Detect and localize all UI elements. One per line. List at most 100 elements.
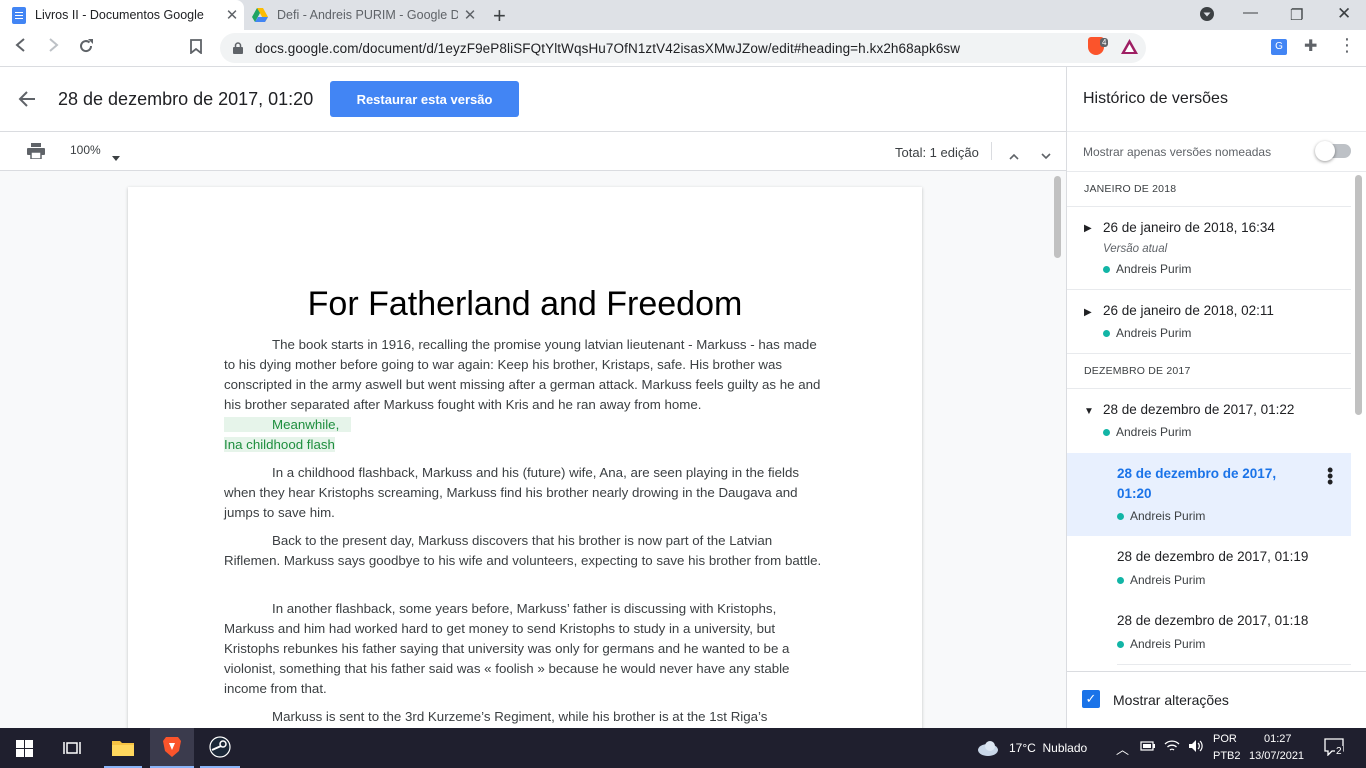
extensions-icon[interactable]: ✚ [1304,36,1317,56]
input-language[interactable]: POR [1213,733,1237,745]
translate-extension-icon[interactable]: G [1271,39,1287,55]
version-time: 26 de janeiro de 2018, 16:34 [1103,220,1275,235]
highlighted-text: Meanwhile, [272,417,340,432]
profile-menu-icon[interactable] [1199,6,1215,26]
version-item[interactable]: ▼ 28 de dezembro de 2017, 01:22 Andreis … [1067,389,1351,452]
show-changes-checkbox[interactable]: ✓ [1082,690,1100,708]
more-options-icon[interactable]: • • • [1327,461,1333,491]
version-time: 28 de dezembro de 2017, 01:19 [1117,549,1309,564]
lock-icon [233,42,243,54]
version-time-line1: 28 de dezembro de 2017, [1117,466,1277,481]
version-author: Andreis Purim [1117,573,1205,587]
new-tab-icon[interactable]: + [493,3,506,29]
version-author: Andreis Purim [1117,637,1205,651]
brave-rewards-icon[interactable] [1121,39,1138,59]
document-scrollbar[interactable] [1054,176,1061,258]
forward-icon[interactable] [46,37,60,57]
maximize-icon[interactable]: ❐ [1290,6,1303,24]
month-header: DEZEMBRO DE 2017 [1084,365,1191,377]
next-edit-icon[interactable] [1041,147,1051,165]
shields-count-badge: 4 [1100,38,1109,47]
version-title: 28 de dezembro de 2017, 01:20 [58,89,314,109]
divider [1067,353,1351,354]
tab-drive[interactable]: Defi - Andreis PURIM - Google Drive ✕ [246,0,482,30]
version-author: Andreis Purim [1103,326,1191,340]
version-item[interactable]: 28 de dezembro de 2017, 01:18 Andreis Pu… [1067,600,1351,664]
windows-start-icon[interactable] [10,728,38,768]
chevron-down-icon[interactable] [112,148,120,166]
file-explorer-icon[interactable] [104,728,142,768]
tab-title: Defi - Andreis PURIM - Google Drive [277,8,458,22]
clock-time[interactable]: 01:27 [1264,733,1292,745]
zoom-value: 100% [70,143,101,157]
version-item[interactable]: 28 de dezembro de 2017, 01:19 Andreis Pu… [1067,536,1351,600]
expand-icon[interactable]: ▶ [1084,223,1092,234]
panel-title: Histórico de versões [1083,90,1228,107]
version-author: Andreis Purim [1103,262,1191,276]
version-item[interactable]: ▶ 26 de janeiro de 2018, 02:11 Andreis P… [1067,290,1351,353]
clock-date[interactable]: 13/07/2021 [1249,750,1304,762]
notification-count: 2 [1335,746,1343,757]
reload-icon[interactable] [78,38,94,59]
keyboard-layout[interactable]: PTB2 [1213,750,1241,762]
volume-icon[interactable] [1188,739,1204,756]
divider [1067,171,1366,172]
divider [1067,131,1366,132]
version-item-selected[interactable]: 28 de dezembro de 2017, 01:20 Andreis Pur… [1067,453,1351,536]
version-author: Andreis Purim [1117,509,1205,523]
total-edits-label: Total: 1 edição [895,145,979,160]
back-arrow-icon[interactable] [18,87,36,113]
paragraph: The book starts in 1916, recalling the p… [224,335,830,415]
document-canvas: For Fatherland and Freedom The book star… [0,171,1066,747]
close-tab-icon[interactable]: ✕ [220,6,244,24]
weather-cloud-icon[interactable] [975,728,1001,768]
only-named-label: Mostrar apenas versões nomeadas [1083,145,1272,159]
paragraph-text: Markuss is sent to the 3rd Kurzeme’s Reg… [272,709,768,724]
paragraph-text: In another flashback, some years before,… [224,601,790,696]
paragraph-text: The book starts in 1916, recalling the p… [224,337,821,412]
weather-text[interactable]: 17°C Nublado [1009,741,1087,755]
restore-version-button[interactable]: Restaurar esta versão [330,81,519,117]
tab-title: Livros II - Documentos Google [35,8,204,22]
chevron-up-icon[interactable]: ︿ [1116,739,1129,758]
tab-docs[interactable]: Livros II - Documentos Google ✕ [0,0,244,30]
version-time: 28 de dezembro de 2017, 01:22 [1103,402,1295,417]
network-icon[interactable] [1164,739,1180,756]
show-changes-row: ✓ Mostrar alterações [1067,671,1366,728]
close-tab-icon[interactable]: ✕ [458,6,482,24]
highlighted-text: Ina childhood flash [224,437,335,452]
google-docs-icon [12,6,26,24]
address-bar[interactable]: docs.google.com/document/d/1eyzF9eP8liSF… [220,33,1146,63]
paragraph: In another flashback, some years before,… [224,599,830,699]
back-icon[interactable] [14,37,28,57]
steam-icon[interactable] [200,728,240,768]
show-changes-label[interactable]: Mostrar alterações [1113,692,1229,708]
minimize-icon[interactable]: — [1243,4,1258,21]
zoom-select[interactable]: 100% [70,143,101,157]
print-icon[interactable] [27,143,45,164]
paragraph: In a childhood flashback, Markuss and hi… [224,463,830,523]
browser-toolbar: docs.google.com/document/d/1eyzF9eP8liSF… [0,30,1366,67]
previous-edit-icon[interactable] [1009,147,1019,165]
brave-browser-icon[interactable] [150,728,194,768]
version-time-line2: 01:20 [1117,486,1152,501]
document-title: For Fatherland and Freedom [307,285,743,323]
sidebar-scrollbar[interactable] [1355,175,1362,415]
battery-icon[interactable] [1140,740,1156,755]
url-text: docs.google.com/document/d/1eyzF9eP8liSF… [255,40,961,56]
expand-icon[interactable]: ▶ [1084,307,1092,318]
bookmark-icon[interactable] [190,39,202,59]
document-toolbar: 100% Total: 1 edição [0,132,1066,171]
current-version-label: Versão atual [1103,243,1168,255]
only-named-toggle[interactable] [1315,141,1351,161]
version-time: 28 de dezembro de 2017, 01:18 [1117,613,1309,628]
browser-menu-icon[interactable]: ⋮ [1338,35,1356,56]
toggle-knob [1315,141,1335,161]
close-window-icon[interactable]: ✕ [1337,4,1351,24]
version-author: Andreis Purim [1103,425,1191,439]
divider [1117,664,1351,665]
collapse-icon[interactable]: ▼ [1084,406,1094,417]
task-view-icon[interactable] [58,728,86,768]
version-item[interactable]: ▶ 26 de janeiro de 2018, 16:34 Versão at… [1067,207,1351,289]
version-header: 28 de dezembro de 2017, 01:20 Restaurar … [0,67,1066,132]
